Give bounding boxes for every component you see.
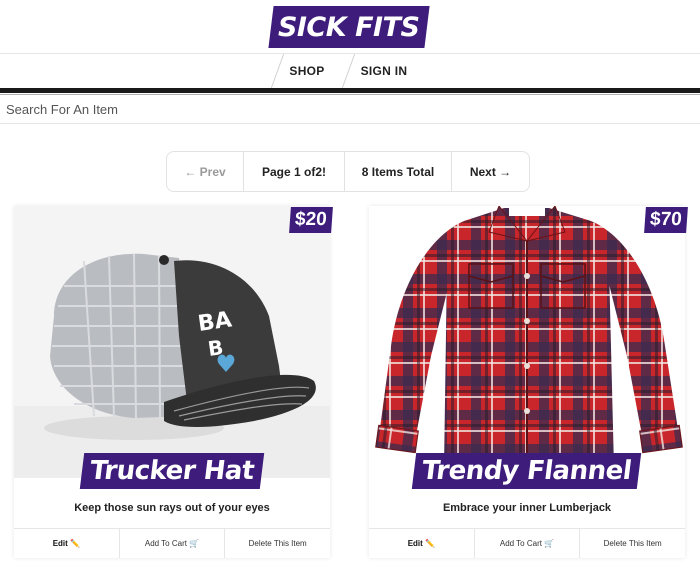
site-header: SICK FITS (0, 0, 700, 54)
product-title-wrap: Trendy Flannel (369, 453, 685, 489)
flannel-shirt-image-svg (369, 206, 685, 478)
add-to-cart-button[interactable]: Add To Cart 🛒 (474, 529, 581, 558)
edit-button[interactable]: Edit ✏️ (14, 529, 120, 558)
edit-button[interactable]: Edit ✏️ (369, 529, 475, 558)
logo-text: SICK FITS (278, 11, 420, 43)
next-page-link[interactable]: Next → (452, 152, 529, 191)
pagination: ← Prev Page 1 of2! 8 Items Total Next → (166, 151, 530, 192)
site-logo[interactable]: SICK FITS (268, 6, 430, 48)
product-description: Embrace your inner Lumberjack (442, 502, 612, 514)
product-card: $70 Trendy Flannel Embrace your inner Lu… (369, 206, 688, 558)
header-divider-line (0, 94, 700, 95)
main-nav: SHOP SIGN IN (0, 54, 700, 88)
product-card: BA B $20 Trucker Hat Keep those sun rays… (14, 206, 333, 558)
add-to-cart-button[interactable]: Add To Cart 🛒 (119, 529, 226, 558)
header-divider (0, 88, 700, 93)
search-input[interactable] (0, 96, 700, 124)
svg-text:BA: BA (196, 307, 233, 336)
card-actions: Edit ✏️ Add To Cart 🛒 Delete This Item (14, 528, 331, 558)
nav-item-sign-in[interactable]: SIGN IN (346, 54, 422, 88)
trucker-hat-image[interactable]: BA B (14, 206, 330, 478)
product-description: Keep those sun rays out of your eyes (74, 502, 270, 514)
prev-page-link[interactable]: ← Prev (167, 152, 244, 191)
page-indicator: Page 1 of2! (244, 152, 345, 191)
product-title[interactable]: Trendy Flannel (412, 453, 642, 489)
items-total: 8 Items Total (345, 152, 452, 191)
price-tag: $70 (644, 207, 688, 233)
flannel-shirt-image[interactable] (369, 206, 685, 478)
delete-item-button[interactable]: Delete This Item (580, 529, 686, 558)
card-actions: Edit ✏️ Add To Cart 🛒 Delete This Item (369, 528, 686, 558)
delete-item-button[interactable]: Delete This Item (225, 529, 331, 558)
product-title[interactable]: Trucker Hat (79, 453, 265, 489)
nav-item-shop[interactable]: SHOP (276, 54, 338, 88)
product-title-wrap: Trucker Hat (14, 453, 330, 489)
price-tag: $20 (289, 207, 333, 233)
trucker-hat-image-svg: BA B (14, 206, 330, 478)
